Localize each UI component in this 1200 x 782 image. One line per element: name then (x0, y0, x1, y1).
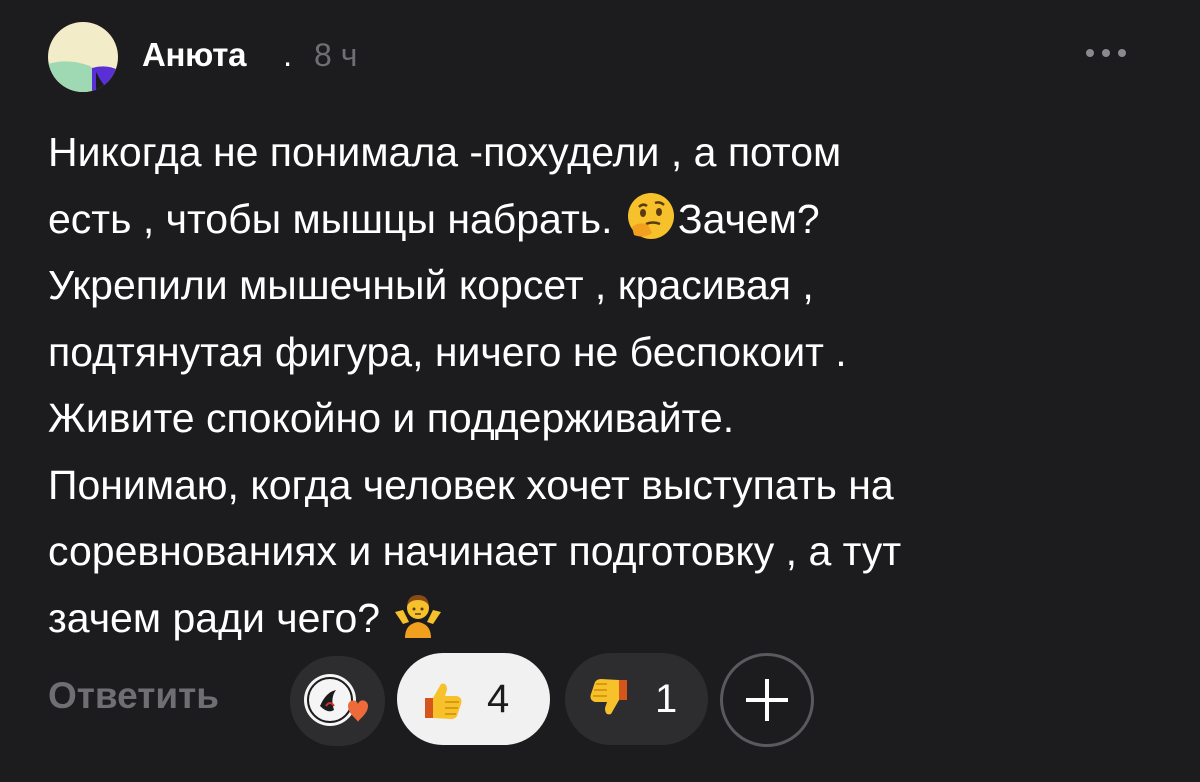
person-shrugging-emoji (395, 594, 442, 638)
dot (1118, 49, 1126, 57)
like-button[interactable]: 4 (397, 653, 550, 745)
comment-line: подтянутая фигура, ничего не беспокоит . (48, 328, 847, 375)
dot (1102, 49, 1110, 57)
dot (1086, 49, 1094, 57)
author-name[interactable]: Анюта (142, 36, 246, 74)
comment-line: Никогда не понимала -похудели , а потом (48, 129, 842, 175)
dislike-button[interactable]: 1 (565, 653, 708, 745)
plus-icon[interactable] (720, 653, 814, 747)
avatar[interactable] (48, 22, 118, 92)
reaction-avatars-icon[interactable] (290, 656, 385, 746)
comment-text: Никогда не понимала -похудели , а потом … (48, 119, 1158, 651)
thinking-face-emoji (627, 192, 674, 239)
like-count: 4 (487, 676, 510, 721)
comment-card: Анюта . 8 ч Никогда не понимала -похудел… (0, 0, 1200, 782)
reply-button[interactable]: Ответить (48, 675, 219, 717)
comment-line: Укрепили мышечный корсет , красивая , (48, 262, 814, 308)
header-separator: . (283, 36, 293, 73)
comment-line: есть , чтобы мышцы набрать. Зачем? (48, 186, 1158, 253)
dislike-count: 1 (655, 676, 678, 721)
more-dots-icon[interactable] (1086, 38, 1126, 68)
comment-line: Понимаю, когда человек хочет выступать н… (48, 461, 894, 508)
thumbs-up-icon (425, 683, 462, 719)
comment-line: зачем ради чего? (48, 585, 1158, 652)
timestamp: 8 ч (314, 37, 358, 73)
comment-line: соревнованиях и начинает подготовку , а … (48, 528, 902, 574)
comment-line: Живите спокойно и поддерживайте. (48, 395, 735, 441)
thumbs-down-icon (590, 679, 627, 715)
